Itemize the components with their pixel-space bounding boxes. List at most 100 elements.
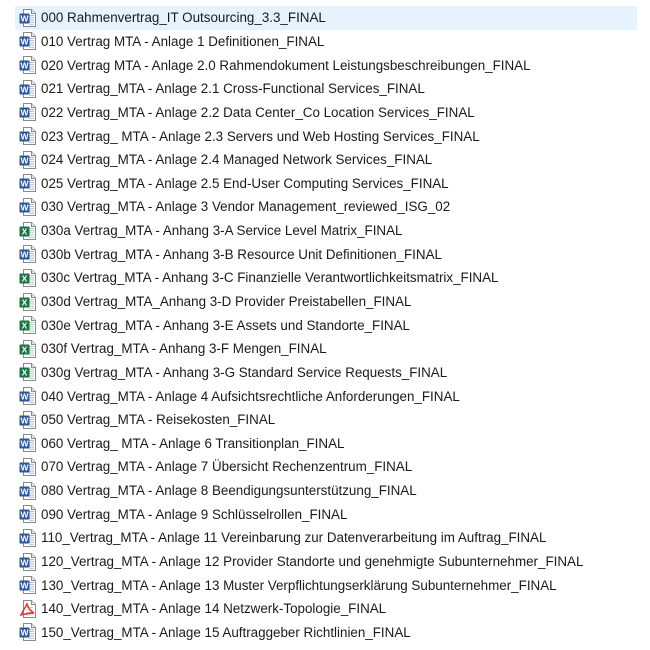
file-list-item[interactable]: W 024 Vertrag_MTA - Anlage 2.4 Managed Ne… [15,148,637,172]
file-name: 040 Vertrag_MTA - Anlage 4 Aufsichtsrech… [41,388,460,404]
file-list-item[interactable]: W 025 Vertrag_MTA - Anlage 2.5 End-User C… [15,171,637,195]
word-document-icon: W [19,576,41,595]
file-name: 021 Vertrag_MTA - Anlage 2.1 Cross-Funct… [41,81,425,97]
file-name: 030b Vertrag_MTA - Anhang 3-B Resource U… [41,246,442,262]
file-name: 030g Vertrag_MTA - Anhang 3-G Standard S… [41,364,448,380]
word-document-icon: W [19,79,41,98]
file-list-item[interactable]: W 070 Vertrag_MTA - Anlage 7 Übersicht Re… [15,455,637,479]
file-list-item[interactable]: W 020 Vertrag MTA - Anlage 2.0 Rahmendoku… [15,53,637,77]
svg-text:W: W [20,581,29,591]
file-list-item[interactable]: W 030 Vertrag_MTA - Anlage 3 Vendor Manag… [15,195,637,219]
file-list-item[interactable]: 140_Vertrag_MTA - Anlage 14 Netzwerk-Top… [15,597,637,621]
word-document-icon: W [19,8,41,27]
file-list-item[interactable]: W 110_Vertrag_MTA - Anlage 11 Vereinbarun… [15,526,637,550]
file-name: 010 Vertrag MTA - Anlage 1 Definitionen_… [41,33,325,49]
file-list-item[interactable]: W 120_Vertrag_MTA - Anlage 12 Provider St… [15,550,637,574]
file-list-item[interactable]: W 000 Rahmenvertrag_IT Outsourcing_3.3_FI… [15,6,637,30]
svg-text:W: W [20,415,29,425]
excel-spreadsheet-icon: X [19,221,41,240]
file-name: 150_Vertrag_MTA - Anlage 15 Auftraggeber… [41,624,411,640]
file-list-item[interactable]: W 010 Vertrag MTA - Anlage 1 Definitionen… [15,30,637,54]
svg-text:W: W [20,155,29,165]
file-name: 023 Vertrag_ MTA - Anlage 2.3 Servers un… [41,128,480,144]
svg-text:W: W [20,179,29,189]
svg-text:W: W [20,37,29,47]
word-document-icon: W [19,56,41,75]
svg-text:W: W [20,628,29,638]
word-document-icon: W [19,434,41,453]
file-list-item[interactable]: X 030f Vertrag_MTA - Anhang 3-F Mengen_FI… [15,337,637,361]
file-name: 030a Vertrag_MTA - Anhang 3-A Service Le… [41,223,403,239]
file-name: 080 Vertrag_MTA - Anlage 8 Beendigungsun… [41,483,417,499]
file-list-item[interactable]: X 030c Vertrag_MTA - Anhang 3-C Finanziel… [15,266,637,290]
file-name: 030f Vertrag_MTA - Anhang 3-F Mengen_FIN… [41,341,327,357]
excel-spreadsheet-icon: X [19,339,41,358]
svg-text:W: W [20,132,29,142]
excel-spreadsheet-icon: X [19,316,41,335]
svg-text:W: W [20,463,29,473]
file-name: 090 Vertrag_MTA - Anlage 9 Schlüsselroll… [41,506,348,522]
excel-spreadsheet-icon: X [19,268,41,287]
file-list-item[interactable]: W 050 Vertrag_MTA - Reisekosten_FINAL [15,408,637,432]
file-name: 030c Vertrag_MTA - Anhang 3-C Finanziell… [41,270,499,286]
file-list-item[interactable]: X 030g Vertrag_MTA - Anhang 3-G Standard … [15,361,637,385]
svg-text:X: X [22,321,28,331]
svg-text:W: W [20,510,29,520]
word-document-icon: W [19,528,41,547]
svg-text:X: X [22,344,28,354]
word-document-icon: W [19,481,41,500]
word-document-icon: W [19,127,41,146]
file-name: 000 Rahmenvertrag_IT Outsourcing_3.3_FIN… [41,10,326,26]
svg-text:W: W [20,108,29,118]
word-document-icon: W [19,103,41,122]
file-list-item[interactable]: W 021 Vertrag_MTA - Anlage 2.1 Cross-Func… [15,77,637,101]
file-name: 030e Vertrag_MTA - Anhang 3-E Assets und… [41,317,410,333]
svg-text:W: W [20,61,29,71]
file-list-item[interactable]: W 040 Vertrag_MTA - Anlage 4 Aufsichtsrec… [15,384,637,408]
file-name: 030d Vertrag_MTA_Anhang 3-D Provider Pre… [41,294,412,309]
file-name: 030 Vertrag_MTA - Anlage 3 Vendor Manage… [41,199,451,215]
word-document-icon: W [19,174,41,193]
svg-text:X: X [22,226,28,236]
file-name: 060 Vertrag_ MTA - Anlage 6 Transitionpl… [41,435,345,451]
file-name: 020 Vertrag MTA - Anlage 2.0 Rahmendokum… [41,57,531,73]
file-name: 130_Vertrag_MTA - Anlage 13 Muster Verpf… [41,577,557,593]
file-list-item[interactable]: W 060 Vertrag_ MTA - Anlage 6 Transitionp… [15,432,637,456]
word-document-icon: W [19,387,41,406]
excel-spreadsheet-icon: X [19,292,41,311]
file-list-item[interactable]: W 090 Vertrag_MTA - Anlage 9 Schlüsselrol… [15,502,637,526]
word-document-icon: W [19,197,41,216]
word-document-icon: W [19,245,41,264]
svg-text:W: W [20,203,29,213]
file-list-item[interactable]: W 023 Vertrag_ MTA - Anlage 2.3 Servers u… [15,124,637,148]
file-name: 140_Vertrag_MTA - Anlage 14 Netzwerk-Top… [41,601,387,617]
svg-text:W: W [20,534,29,544]
excel-spreadsheet-icon: X [19,363,41,382]
file-list-item[interactable]: W 130_Vertrag_MTA - Anlage 13 Muster Verp… [15,573,637,597]
file-list: W 000 Rahmenvertrag_IT Outsourcing_3.3_FI… [15,6,637,644]
word-document-icon: W [19,457,41,476]
file-list-item[interactable]: W 150_Vertrag_MTA - Anlage 15 Auftraggebe… [15,621,637,645]
file-name: 120_Vertrag_MTA - Anlage 12 Provider Sta… [41,554,584,570]
file-name: 025 Vertrag_MTA - Anlage 2.5 End-User Co… [41,175,449,191]
file-name: 070 Vertrag_MTA - Anlage 7 Übersicht Rec… [41,459,413,475]
word-document-icon: W [19,410,41,429]
svg-text:X: X [22,297,28,307]
file-list-item[interactable]: W 080 Vertrag_MTA - Anlage 8 Beendigungsu… [15,479,637,503]
file-list-item[interactable]: X 030d Vertrag_MTA_Anhang 3-D Provider Pr… [15,290,637,314]
file-list-item[interactable]: W 030b Vertrag_MTA - Anhang 3-B Resource … [15,242,637,266]
svg-text:W: W [20,392,29,402]
file-name: 050 Vertrag_MTA - Reisekosten_FINAL [41,412,276,428]
word-document-icon: W [19,32,41,51]
file-list-item[interactable]: X 030e Vertrag_MTA - Anhang 3-E Assets un… [15,313,637,337]
file-list-item[interactable]: X 030a Vertrag_MTA - Anhang 3-A Service L… [15,219,637,243]
file-list-item[interactable]: W 022 Vertrag_MTA - Anlage 2.2 Data Cente… [15,101,637,125]
svg-text:W: W [20,13,29,23]
svg-text:W: W [20,486,29,496]
word-document-icon: W [19,623,41,642]
file-name: 024 Vertrag_MTA - Anlage 2.4 Managed Net… [41,152,433,168]
svg-text:W: W [20,84,29,94]
svg-text:W: W [20,439,29,449]
word-document-icon: W [19,150,41,169]
word-document-icon: W [19,505,41,524]
